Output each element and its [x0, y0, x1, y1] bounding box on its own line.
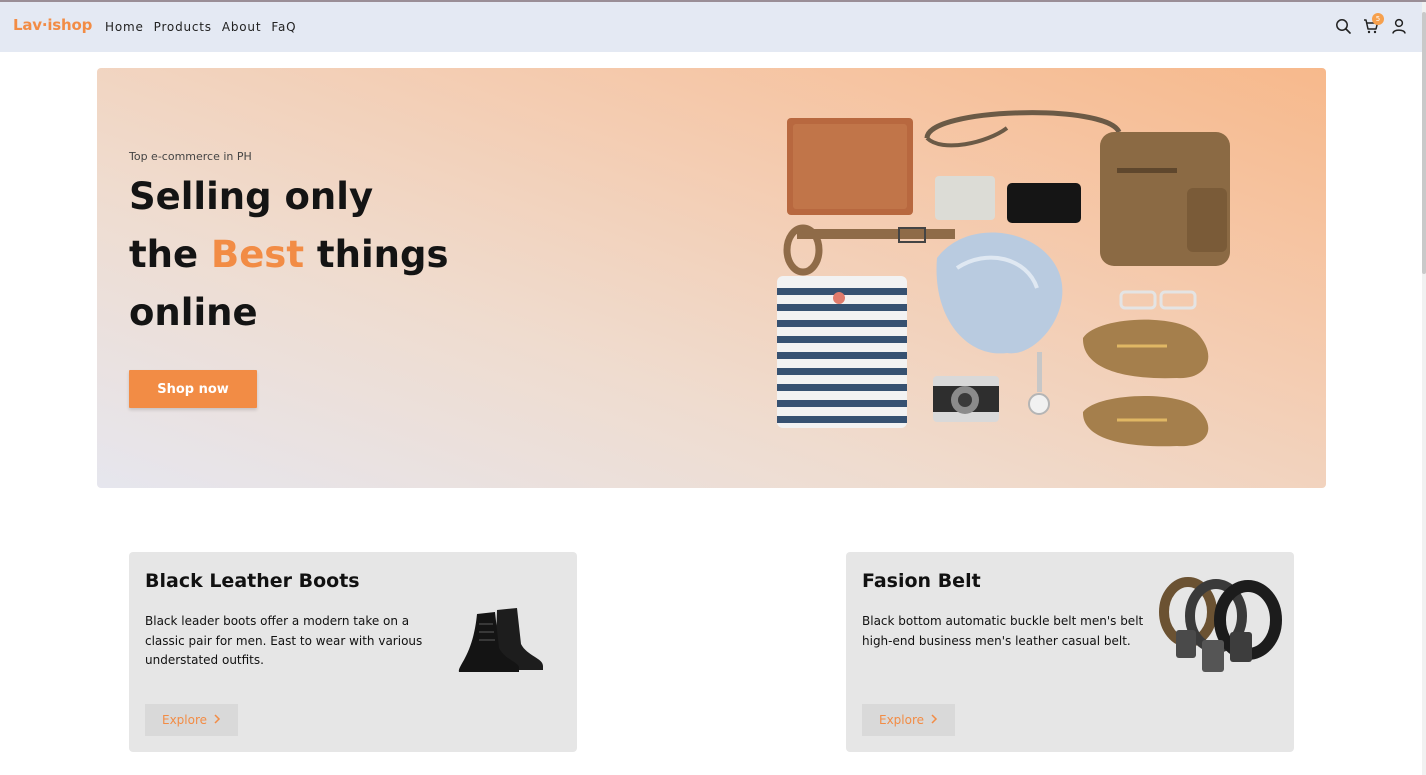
nav-faq[interactable]: FaQ — [271, 20, 296, 34]
card-description: Black leader boots offer a modern take o… — [145, 614, 423, 667]
chevron-right-icon — [930, 713, 938, 727]
product-card-belt: Fasion Belt Black bottom automatic buckl… — [846, 552, 1294, 752]
nav-home[interactable]: Home — [105, 20, 144, 34]
navbar: Lav·ishop Home Products About FaQ 5 — [0, 2, 1422, 52]
hero-title-line3: online — [129, 291, 258, 334]
hero-title-line2-pre: the — [129, 233, 212, 276]
nav-about[interactable]: About — [222, 20, 261, 34]
card-title: Fasion Belt — [862, 570, 981, 592]
product-card-boots: Black Leather Boots Black leader boots o… — [129, 552, 577, 752]
cart-count-badge: 5 — [1372, 13, 1384, 25]
hero-title: Selling only the Best things online — [129, 168, 448, 342]
hero-title-line1: Selling only — [129, 175, 374, 218]
shop-now-button[interactable]: Shop now — [129, 370, 257, 408]
hero-flatlay-image — [777, 110, 1230, 447]
nav-links: Home Products About FaQ — [105, 20, 296, 34]
explore-button[interactable]: Explore — [862, 704, 955, 736]
card-title: Black Leather Boots — [145, 570, 360, 592]
hero-title-line2-post: things — [304, 233, 449, 276]
hero-banner: Top e-commerce in PH Selling only the Be… — [97, 68, 1326, 488]
nav-products[interactable]: Products — [154, 20, 212, 34]
hero-title-accent: Best — [211, 233, 305, 276]
scrollbar-thumb[interactable] — [1422, 12, 1426, 274]
nav-icons: 5 — [1334, 13, 1408, 37]
explore-label: Explore — [161, 713, 208, 727]
page-scrollbar[interactable] — [1422, 2, 1426, 775]
search-icon[interactable] — [1334, 15, 1352, 37]
belts-image — [1159, 577, 1282, 672]
explore-button[interactable]: Explore — [145, 704, 238, 736]
card-description: Black bottom automatic buckle belt men's… — [862, 614, 1144, 648]
boots-image — [458, 608, 543, 672]
explore-label: Explore — [878, 713, 925, 727]
chevron-right-icon — [213, 713, 221, 727]
cart-icon[interactable]: 5 — [1362, 13, 1384, 37]
brand-logo[interactable]: Lav·ishop — [13, 16, 92, 34]
hero-kicker: Top e-commerce in PH — [129, 150, 252, 163]
user-icon[interactable] — [1390, 15, 1408, 37]
